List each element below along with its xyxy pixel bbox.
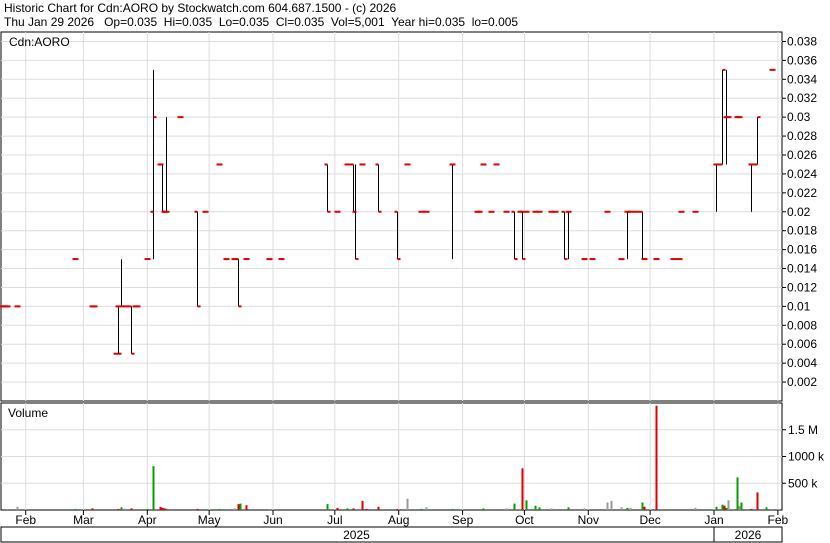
price-tick-label: 0.004 — [787, 356, 817, 370]
x-tick-label: Sep — [452, 513, 474, 527]
price-tick-label: 0.018 — [787, 224, 817, 238]
x-tick-label: Feb — [768, 513, 789, 527]
price-tick-label: 0.034 — [787, 72, 817, 86]
x-tick-label: Feb — [15, 513, 36, 527]
price-tick-label: 0.032 — [787, 91, 817, 105]
price-tick-label: 0.03 — [787, 110, 811, 124]
volume-tick-label: 1.5 M — [788, 423, 818, 437]
year-band — [0, 526, 783, 543]
price-tick-label: 0.006 — [787, 337, 817, 351]
price-volume-chart: Feb Mar Apr May Jun Jul Aug Sep Oct Nov Dec Jan Feb 0… — [0, 31, 825, 543]
x-tick-label: Mar — [73, 513, 94, 527]
x-tick-label: Jan — [704, 513, 723, 527]
volume-label: Volume — [8, 406, 48, 420]
x-tick-label: Oct — [515, 513, 534, 527]
price-tick-label: 0.01 — [787, 299, 811, 313]
price-tick-label: 0.012 — [787, 280, 817, 294]
volume-tick-label: 500 k — [788, 476, 818, 490]
symbol-label: Cdn:AORO — [9, 35, 70, 49]
x-tick-label: Aug — [388, 513, 409, 527]
price-tick-label: 0.014 — [787, 262, 817, 276]
price-tick-label: 0.016 — [787, 243, 817, 257]
price-tick-label: 0.022 — [787, 186, 817, 200]
price-tick-label: 0.002 — [787, 375, 817, 389]
price-tick-label: 0.036 — [787, 53, 817, 67]
x-tick-label: Nov — [578, 513, 599, 527]
year-label: 2025 — [343, 528, 370, 542]
x-tick-label: Dec — [639, 513, 660, 527]
volume-tick-label: 1000 k — [788, 450, 825, 464]
price-tick-label: 0.028 — [787, 129, 817, 143]
price-tick-label: 0.024 — [787, 167, 817, 181]
x-tick-label: Jun — [263, 513, 282, 527]
price-tick-label: 0.038 — [787, 34, 817, 48]
x-tick-label: Apr — [138, 513, 157, 527]
price-tick-label: 0.008 — [787, 318, 817, 332]
x-tick-label: May — [198, 513, 221, 527]
price-tick-label: 0.02 — [787, 205, 811, 219]
x-tick-label: Jul — [327, 513, 342, 527]
year-label: 2026 — [735, 528, 762, 542]
price-tick-label: 0.026 — [787, 148, 817, 162]
